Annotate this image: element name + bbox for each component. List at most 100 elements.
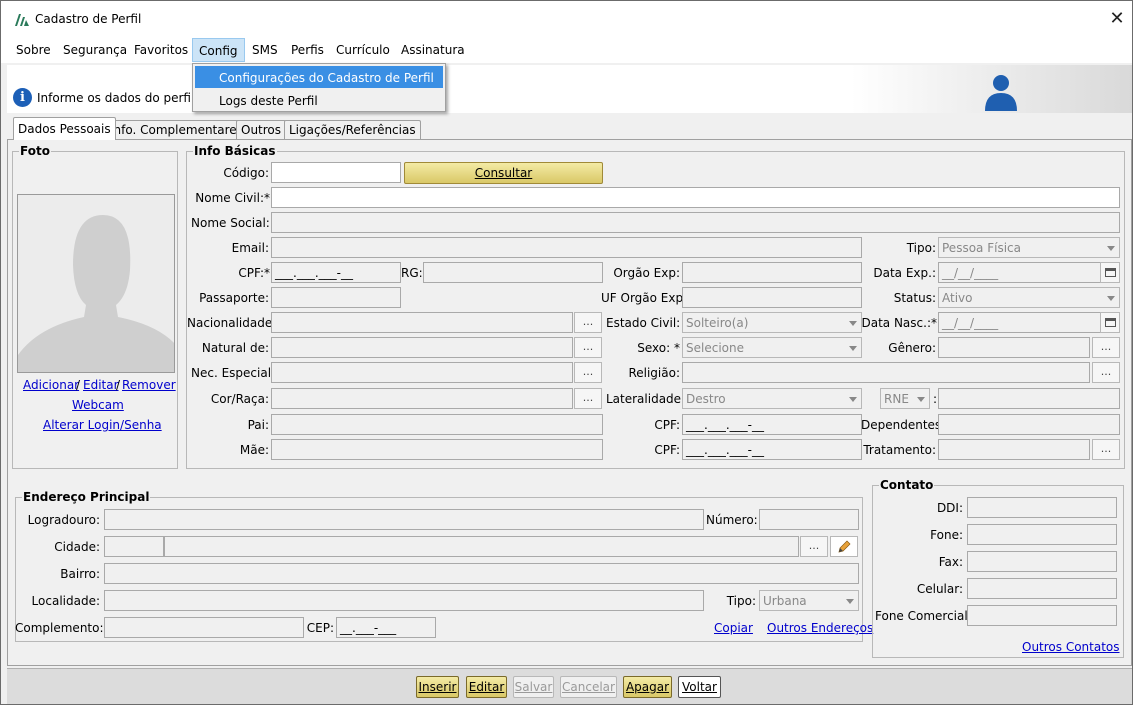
- cpf-input[interactable]: ___.___.___-__: [271, 262, 401, 283]
- passaporte-input[interactable]: [271, 287, 401, 308]
- nome-civil-input[interactable]: [271, 187, 1120, 208]
- copiar-link[interactable]: Copiar: [714, 621, 753, 635]
- cep-input[interactable]: __.___-___: [336, 617, 436, 638]
- cidade-input[interactable]: [164, 536, 799, 557]
- numero-input[interactable]: [759, 509, 859, 530]
- tab-dados-pessoais[interactable]: Dados Pessoais: [13, 117, 116, 140]
- nacionalidade-input[interactable]: [271, 312, 573, 333]
- cor-raca-label: Cor/Raça:: [210, 392, 269, 406]
- email-input[interactable]: [271, 237, 862, 258]
- religiao-input[interactable]: [682, 362, 1090, 383]
- lateralidade-select[interactable]: Destro: [682, 388, 862, 409]
- inserir-button[interactable]: Inserir: [416, 676, 459, 698]
- nec-especial-input[interactable]: [271, 362, 573, 383]
- nec-especial-lookup-button[interactable]: ...: [574, 362, 602, 383]
- natural-de-lookup-button[interactable]: ...: [574, 337, 602, 358]
- consultar-button[interactable]: Consultar: [404, 162, 603, 184]
- cor-raca-input[interactable]: [271, 388, 573, 409]
- menu-seguranca[interactable]: Segurança: [63, 43, 127, 57]
- fone-input[interactable]: [967, 524, 1117, 545]
- menu-item-configuracoes[interactable]: Configurações do Cadastro de Perfil: [195, 66, 443, 88]
- documento-tipo-select[interactable]: RNE: [880, 388, 930, 409]
- calendar-icon[interactable]: [1100, 262, 1120, 283]
- voltar-button[interactable]: Voltar: [678, 676, 721, 698]
- codigo-input[interactable]: [271, 162, 401, 183]
- rne-input[interactable]: [938, 388, 1120, 409]
- tab-ligacoes-referencias[interactable]: Ligações/Referências: [284, 120, 421, 139]
- outros-contatos-link[interactable]: Outros Contatos: [1022, 640, 1120, 654]
- endereco-tipo-select[interactable]: Urbana: [759, 590, 859, 611]
- editar-button[interactable]: Editar: [466, 676, 507, 698]
- lateralidade-label: Lateralidade:: [606, 392, 686, 406]
- status-label: Status:: [893, 291, 936, 305]
- tab-label: Dados Pessoais: [18, 122, 111, 136]
- tipo-label: Tipo:: [906, 241, 936, 255]
- profile-photo[interactable]: [17, 194, 175, 373]
- menu-item-logs[interactable]: Logs deste Perfil: [195, 89, 443, 111]
- tratamento-lookup-button[interactable]: ...: [1092, 439, 1120, 460]
- menu-label: Sobre: [16, 43, 51, 57]
- menu-favoritos[interactable]: Favoritos: [134, 43, 188, 57]
- editar-photo-link[interactable]: Editar: [83, 378, 119, 392]
- localidade-input[interactable]: [104, 590, 704, 611]
- nome-social-input[interactable]: [271, 212, 1120, 233]
- fone-label: Fone:: [930, 528, 963, 542]
- menu-bar: Sobre Segurança Favoritos Config SMS Per…: [1, 37, 1132, 63]
- religiao-lookup-button[interactable]: ...: [1092, 362, 1120, 383]
- remover-link[interactable]: Remover: [122, 378, 176, 392]
- menu-sms[interactable]: SMS: [252, 43, 278, 57]
- complemento-input[interactable]: [104, 617, 304, 638]
- ddi-input[interactable]: [967, 497, 1117, 518]
- fone-comercial-input[interactable]: [967, 605, 1117, 626]
- tratamento-input[interactable]: [938, 439, 1090, 460]
- genero-lookup-button[interactable]: ...: [1092, 337, 1120, 358]
- natural-de-input[interactable]: [271, 337, 573, 358]
- cor-raca-lookup-button[interactable]: ...: [574, 388, 602, 409]
- webcam-link[interactable]: Webcam: [72, 398, 124, 412]
- dependentes-input[interactable]: [938, 414, 1120, 435]
- celular-input[interactable]: [967, 578, 1117, 599]
- info-basicas-title: Info Básicas: [193, 144, 277, 158]
- uf-orgao-exp-input[interactable]: [682, 287, 862, 308]
- estado-civil-select[interactable]: Solteiro(a): [682, 312, 862, 333]
- ddi-label: DDI:: [936, 501, 963, 515]
- mae-input[interactable]: [271, 439, 603, 460]
- pai-input[interactable]: [271, 414, 603, 435]
- rg-input[interactable]: [423, 262, 603, 283]
- salvar-button[interactable]: Salvar: [513, 676, 554, 698]
- data-exp-input[interactable]: __/__/____: [938, 262, 1101, 283]
- cidade-codigo-input[interactable]: [104, 536, 164, 557]
- adicionar-link[interactable]: Adicionar: [23, 378, 79, 392]
- bairro-input[interactable]: [104, 563, 859, 584]
- cancelar-button[interactable]: Cancelar: [560, 676, 617, 698]
- status-select[interactable]: Ativo: [938, 287, 1120, 308]
- tab-outros[interactable]: Outros: [236, 120, 287, 139]
- cidade-lookup-button[interactable]: ...: [800, 536, 828, 557]
- cpf-pai-input[interactable]: ___.___.___-__: [682, 414, 862, 435]
- genero-input[interactable]: [938, 337, 1090, 358]
- menu-curriculo[interactable]: Currículo: [336, 43, 390, 57]
- cpf-mae-input[interactable]: ___.___.___-__: [682, 439, 862, 460]
- fone-comercial-label: Fone Comercial:: [875, 609, 972, 623]
- menu-perfis[interactable]: Perfis: [291, 43, 324, 57]
- edit-cidade-button[interactable]: [830, 536, 858, 557]
- passaporte-label: Passaporte:: [199, 291, 269, 305]
- fax-input[interactable]: [967, 551, 1117, 572]
- logradouro-input[interactable]: [104, 509, 704, 530]
- nacionalidade-lookup-button[interactable]: ...: [574, 312, 602, 333]
- button-label: Inserir: [418, 680, 457, 694]
- outros-enderecos-link[interactable]: Outros Endereços: [767, 621, 873, 635]
- alterar-login-link[interactable]: Alterar Login/Senha: [43, 418, 162, 432]
- orgao-exp-input[interactable]: [682, 262, 862, 283]
- apagar-button[interactable]: Apagar: [623, 676, 672, 698]
- calendar-icon[interactable]: [1100, 312, 1120, 333]
- tab-info-complementares[interactable]: Info. Complementares: [105, 120, 248, 139]
- close-icon[interactable]: ✕: [1107, 9, 1127, 29]
- tipo-select[interactable]: Pessoa Física: [938, 237, 1120, 258]
- menu-sobre[interactable]: Sobre: [16, 43, 51, 57]
- menu-item-label: Configurações do Cadastro de Perfil: [219, 71, 434, 85]
- data-nasc-input[interactable]: __/__/____: [938, 312, 1101, 333]
- menu-config[interactable]: Config: [192, 38, 245, 62]
- menu-assinatura[interactable]: Assinatura: [401, 43, 465, 57]
- sexo-select[interactable]: Selecione: [682, 337, 862, 358]
